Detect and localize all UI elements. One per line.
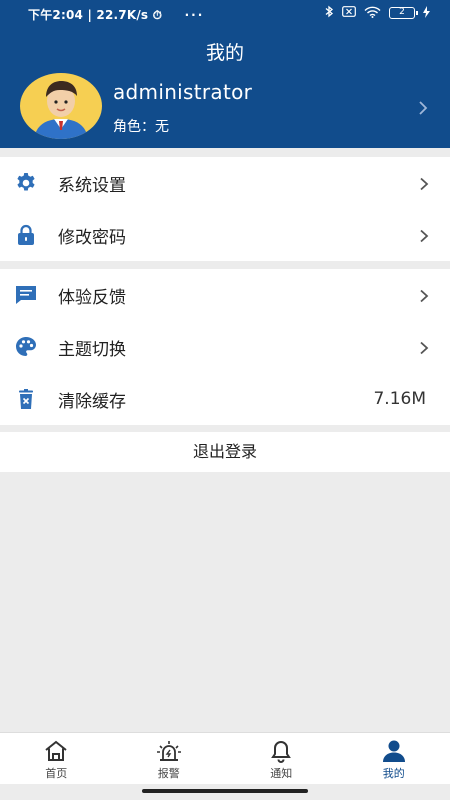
avatar[interactable] bbox=[20, 73, 102, 139]
menu-item-theme-switch[interactable]: 主题切换 bbox=[0, 321, 450, 373]
mute-icon: ⏱ bbox=[152, 8, 163, 22]
battery-icon: 2 bbox=[389, 7, 418, 19]
palette-icon bbox=[14, 335, 38, 359]
bell-icon bbox=[268, 739, 294, 763]
page-title: 我的 bbox=[205, 42, 244, 64]
menu-item-label: 体验反馈 bbox=[58, 287, 126, 308]
tab-mine[interactable]: 我的 bbox=[338, 733, 450, 784]
charging-icon bbox=[423, 5, 430, 21]
chevron-right-icon bbox=[418, 228, 430, 243]
chevron-right-icon bbox=[418, 176, 430, 191]
tab-notifications[interactable]: 通知 bbox=[225, 733, 338, 784]
tab-label: 首页 bbox=[45, 767, 68, 780]
wifi-icon bbox=[364, 6, 381, 21]
alarm-icon bbox=[156, 739, 182, 763]
trash-icon bbox=[14, 387, 38, 411]
menu-item-system-settings[interactable]: 系统设置 bbox=[0, 157, 450, 209]
logout-button[interactable]: 退出登录 bbox=[0, 432, 450, 472]
lock-icon bbox=[14, 223, 38, 247]
sim-off-icon bbox=[342, 6, 356, 20]
menu-item-label: 修改密码 bbox=[58, 227, 126, 248]
home-icon bbox=[43, 739, 69, 763]
profile-chevron-icon[interactable] bbox=[418, 100, 428, 119]
user-role: 角色：无 bbox=[113, 119, 169, 135]
menu-item-label: 主题切换 bbox=[58, 339, 126, 360]
status-bar: 下午2:04 | 22.7K/s ⏱ ··· 2 bbox=[0, 0, 450, 28]
status-time: 下午2:04 bbox=[28, 8, 84, 22]
menu-item-change-password[interactable]: 修改密码 bbox=[0, 209, 450, 261]
menu-item-feedback[interactable]: 体验反馈 bbox=[0, 269, 450, 321]
more-dots-icon: ··· bbox=[184, 8, 205, 22]
cache-size: 7.16M bbox=[373, 389, 426, 409]
tab-label: 通知 bbox=[270, 767, 293, 780]
gear-icon bbox=[14, 171, 38, 195]
profile-header: 我的 administrator 角色：无 bbox=[0, 28, 450, 148]
tab-label: 报警 bbox=[157, 767, 180, 780]
bottom-tab-bar: 首页 报警 通知 我的 bbox=[0, 732, 450, 784]
home-indicator[interactable] bbox=[142, 789, 308, 793]
person-icon bbox=[381, 739, 407, 763]
tab-home[interactable]: 首页 bbox=[0, 733, 113, 784]
username: administrator bbox=[113, 80, 253, 104]
tab-label: 我的 bbox=[382, 767, 405, 780]
menu-group-misc: 体验反馈 主题切换 清除缓存 7.16M bbox=[0, 269, 450, 425]
menu-item-label: 系统设置 bbox=[58, 175, 126, 196]
tab-alarm[interactable]: 报警 bbox=[113, 733, 226, 784]
bluetooth-icon bbox=[325, 5, 334, 21]
chevron-right-icon bbox=[418, 288, 430, 303]
chat-icon bbox=[14, 283, 38, 307]
chevron-right-icon bbox=[418, 340, 430, 355]
status-speed: 22.7K/s bbox=[96, 8, 149, 22]
menu-item-clear-cache[interactable]: 清除缓存 7.16M bbox=[0, 373, 450, 425]
menu-group-settings: 系统设置 修改密码 bbox=[0, 157, 450, 261]
menu-item-label: 清除缓存 bbox=[58, 391, 126, 412]
